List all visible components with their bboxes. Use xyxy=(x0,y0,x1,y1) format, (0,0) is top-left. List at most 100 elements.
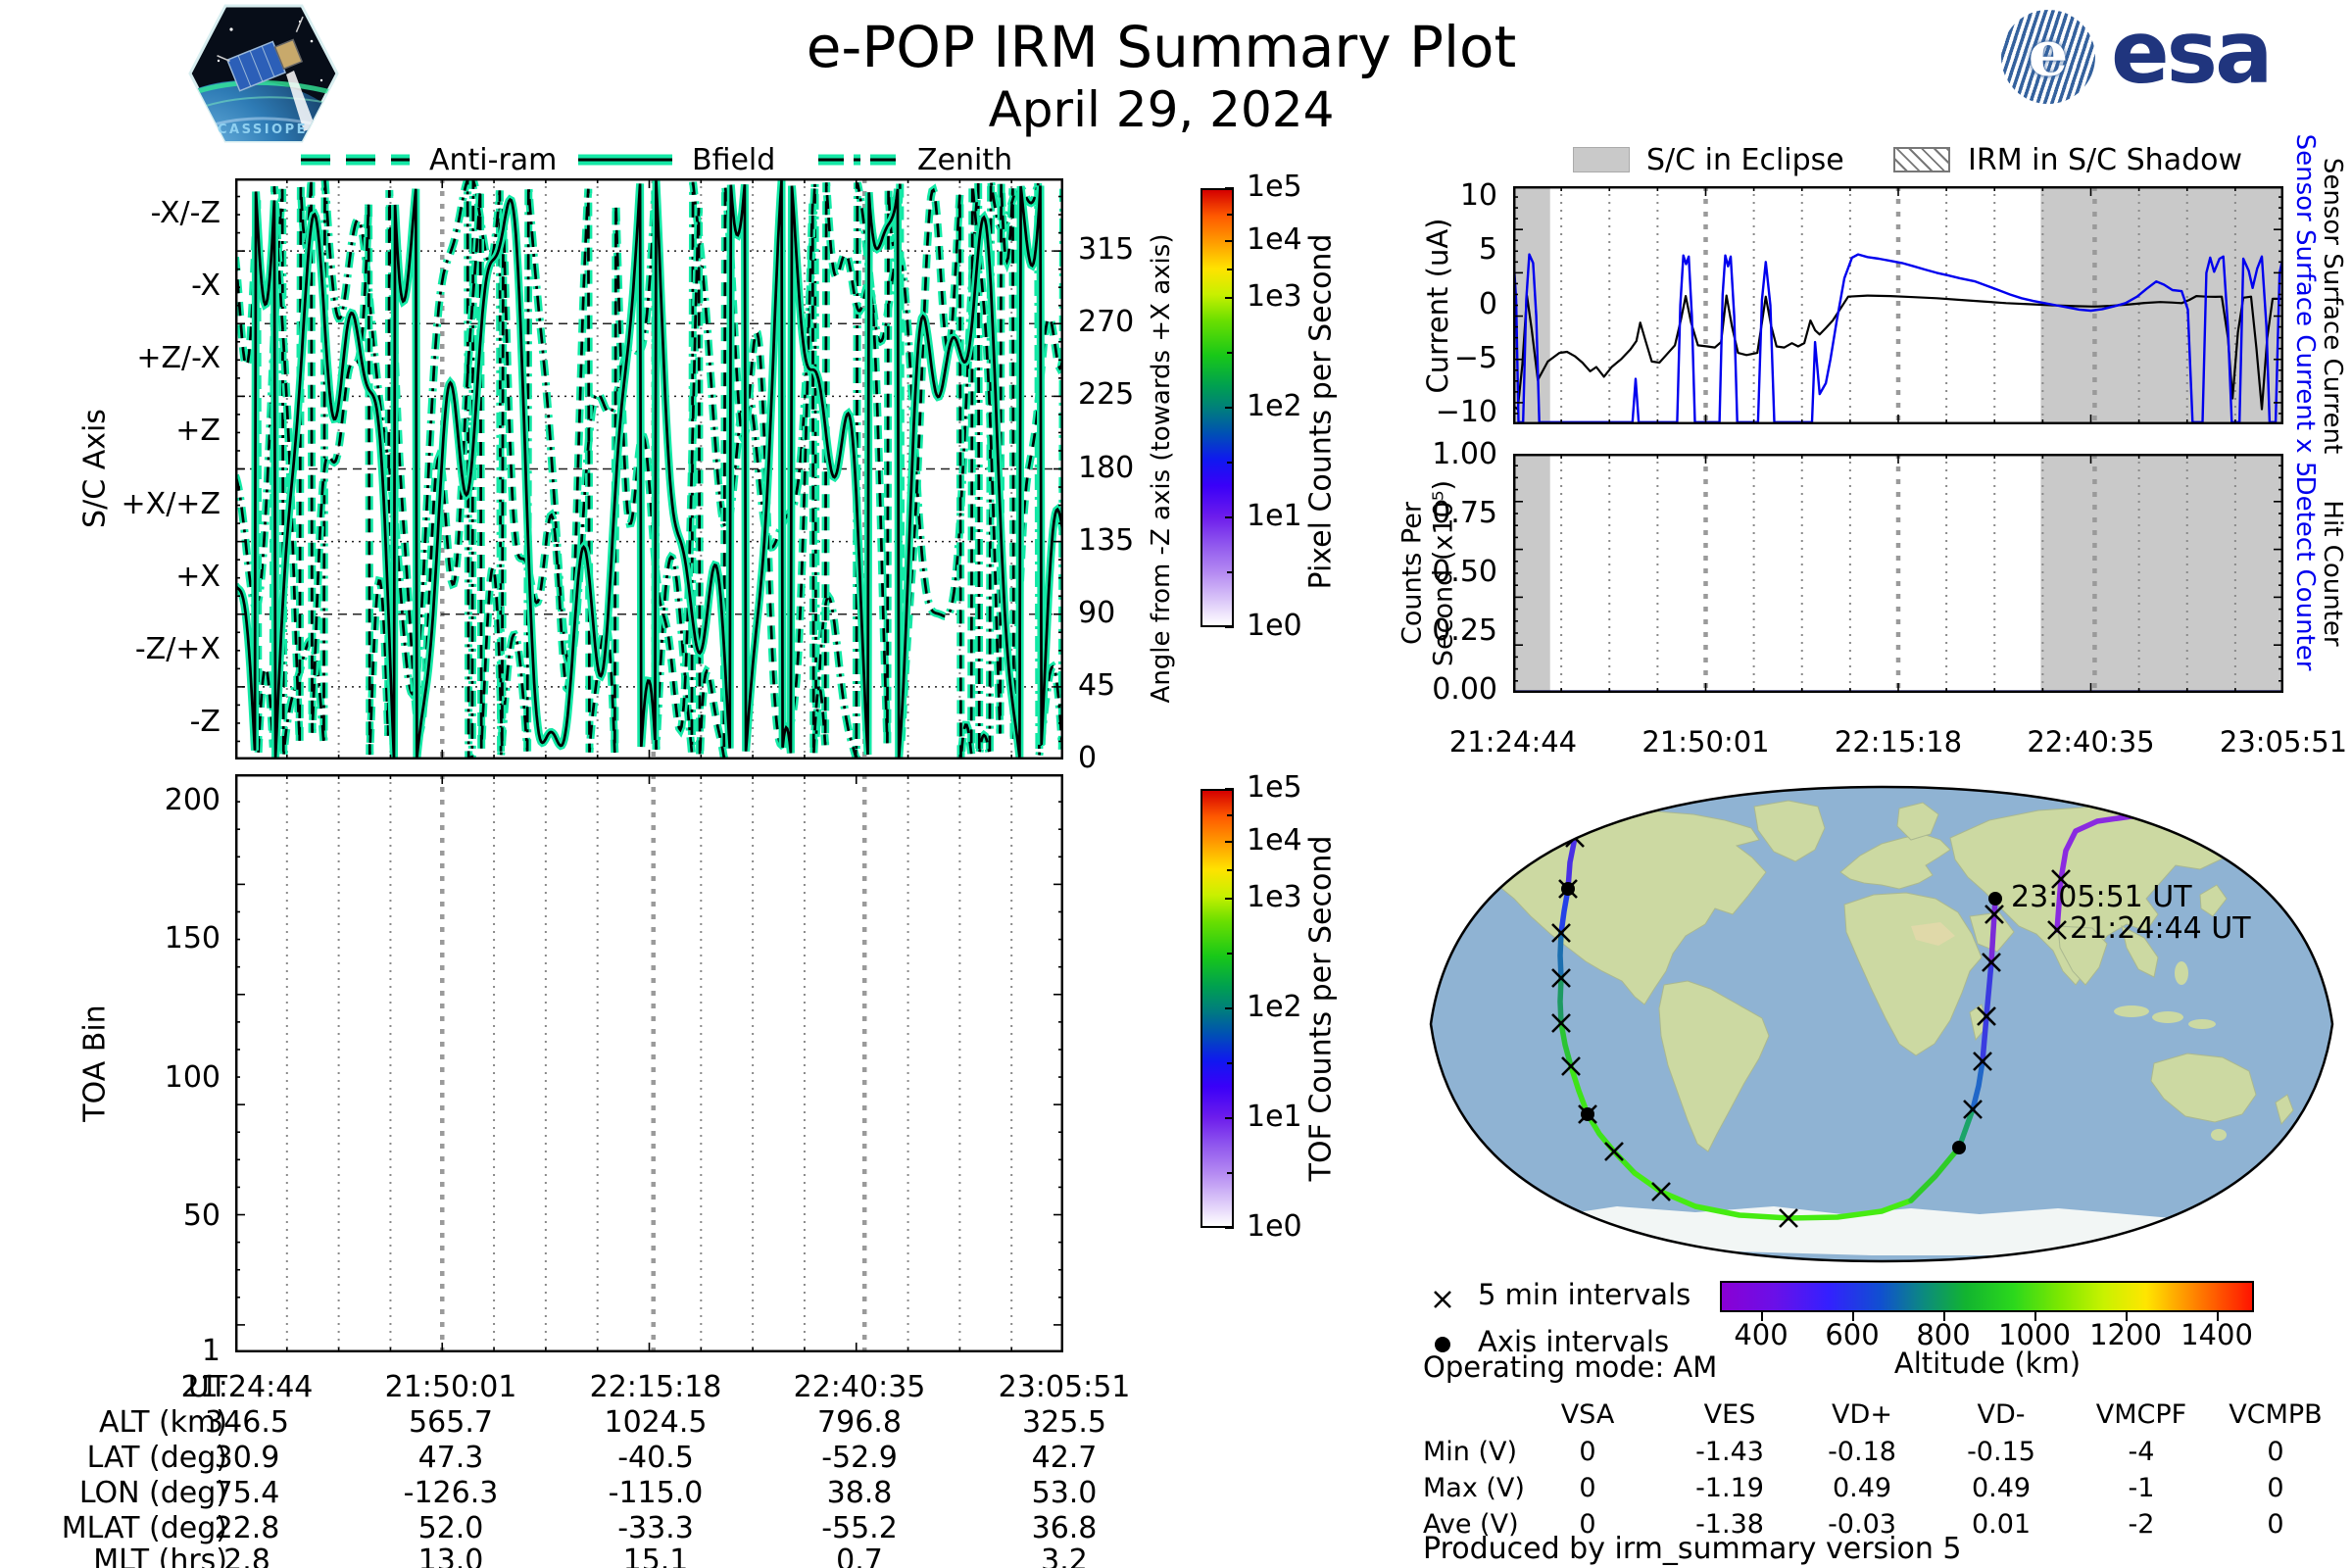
track-axis-dot xyxy=(1952,1141,1966,1154)
counts-ylabel-line1: Counts Per xyxy=(1396,502,1428,645)
counts-time-label: 22:15:18 xyxy=(1834,725,1963,759)
counts-tick-label: 0.75 xyxy=(1432,496,1497,530)
voltage-row-label: Min (V) xyxy=(1423,1437,1518,1467)
altitude-bar-label: Altitude (km) xyxy=(1893,1347,2082,1380)
ephemeris-cell: 565.7 xyxy=(409,1405,493,1440)
altitude-tick-label: 400 xyxy=(1734,1318,1788,1351)
ephemeris-cell: -126.3 xyxy=(403,1476,499,1510)
toa-tick-label: 200 xyxy=(164,783,220,818)
voltage-cell: -1 xyxy=(2128,1473,2155,1503)
ephemeris-row-label: LAT (deg) xyxy=(86,1441,227,1475)
ephemeris-cell: 0.7 xyxy=(836,1544,883,1568)
pixel-colorbar-ticklabel: 1e0 xyxy=(1247,609,1302,643)
ephemeris-row-label: LON (deg) xyxy=(78,1476,227,1510)
current-tick-label: 5 xyxy=(1478,232,1497,268)
ephemeris-cell: 15.1 xyxy=(622,1544,689,1568)
toa-bin-plot xyxy=(235,774,1063,1352)
counts-time-label: 21:50:01 xyxy=(1642,725,1770,759)
voltage-cell: -1.19 xyxy=(1695,1473,1764,1503)
tof-colorbar-ticklabel: 1e1 xyxy=(1247,1100,1302,1134)
sc-axis-tick-label: +Z xyxy=(175,414,220,449)
voltage-cell: -0.18 xyxy=(1828,1437,1896,1467)
ephemeris-cell: 1024.5 xyxy=(604,1405,708,1440)
ephemeris-cell: 42.7 xyxy=(1031,1441,1098,1475)
tof-colorbar-ticklabel-tick xyxy=(1225,898,1234,900)
ephemeris-cell: 325.5 xyxy=(1022,1405,1106,1440)
ephemeris-cell: 38.8 xyxy=(826,1476,893,1510)
voltage-cell: -1.43 xyxy=(1695,1437,1764,1467)
pixel-colorbar-ticklabel-tick xyxy=(1225,187,1234,189)
voltage-header: VSA xyxy=(1560,1399,1615,1430)
legend-sample-dashdot xyxy=(818,154,898,166)
ephemeris-cell: 47.3 xyxy=(417,1441,484,1475)
track-axis-dot xyxy=(1561,882,1575,896)
voltage-cell: -0.15 xyxy=(1967,1437,2035,1467)
altitude-tick-label: 600 xyxy=(1825,1318,1880,1351)
angle-tick-label: 180 xyxy=(1078,450,1135,485)
map-time-label: 21:24:44 UT xyxy=(2070,911,2251,946)
pixel-colorbar-ticklabel-tick xyxy=(1225,516,1234,518)
track-segment-5 xyxy=(1557,975,1564,1026)
legend-label-bfield: Bfield xyxy=(692,143,776,177)
pixel-colorbar-ticklabel-tick xyxy=(1225,626,1234,628)
counts-tick-label: 1.00 xyxy=(1432,437,1497,471)
sc-axis-tick-label: -X/-Z xyxy=(150,196,220,231)
current-tick-label: 0 xyxy=(1478,286,1497,321)
pixel-colorbar-ticklabel-tick xyxy=(1225,297,1234,299)
current-ylabel: Current (uA) xyxy=(1421,218,1454,394)
counts-tick-label: 0.50 xyxy=(1432,555,1497,589)
pixel-colorbar-ticklabel: 1e4 xyxy=(1247,221,1302,257)
altitude-tick-label: 1200 xyxy=(2089,1318,2162,1351)
altitude-tick-label: 1400 xyxy=(2180,1318,2253,1351)
sc-axis-tick-label: +Z/-X xyxy=(136,341,220,376)
pixel-colorbar-label: Pixel Counts per Second xyxy=(1303,233,1339,590)
tof-colorbar-ticklabel: 1e3 xyxy=(1247,880,1302,914)
esa-logo: e esa xyxy=(2001,2,2325,110)
tof-colorbar-ticklabel-tick xyxy=(1225,1227,1234,1229)
voltage-cell: 0 xyxy=(1579,1437,1596,1467)
tof-colorbar-ticklabel-tick xyxy=(1225,1007,1234,1009)
ephemeris-cell: 22.8 xyxy=(214,1511,280,1545)
sc-axis-tick-label: -Z/+X xyxy=(134,631,220,666)
ephemeris-row-label: MLT (hrs) xyxy=(93,1544,227,1568)
angle-tick-label: 135 xyxy=(1078,522,1135,558)
ephemeris-cell: 36.8 xyxy=(1031,1511,1098,1545)
footer-version: Produced by irm_summary version 5 xyxy=(1423,1532,1962,1566)
counts-right-label-detect: Detect Counter xyxy=(2290,475,2320,671)
ephemeris-cell: 21:50:01 xyxy=(384,1370,517,1404)
sc-axis-tick-label: +X xyxy=(175,559,220,594)
map-time-label: 23:05:51 UT xyxy=(2011,880,2192,914)
voltage-cell: -4 xyxy=(2128,1437,2155,1467)
ephemeris-cell: 13.0 xyxy=(417,1544,484,1568)
tof-colorbar-ticklabel: 1e4 xyxy=(1247,822,1302,858)
operating-mode: Operating mode: AM xyxy=(1423,1350,1718,1384)
pixel-colorbar-ticklabel: 1e1 xyxy=(1247,499,1302,533)
patch-title: CASSIOPE xyxy=(218,122,308,137)
page-title: e-POP IRM Summary Plot xyxy=(806,14,1517,80)
pixel-colorbar-ticklabel-minortick xyxy=(1227,213,1233,216)
current-plot xyxy=(1513,186,2283,424)
pixel-colorbar-ticklabel-minortick xyxy=(1227,571,1233,573)
cassiope-mission-patch: CASSIOPE xyxy=(188,4,339,143)
legend-sample-dashed xyxy=(301,154,410,166)
eclipse-legend-label: S/C in Eclipse xyxy=(1646,143,1844,177)
angle-tick-label: 0 xyxy=(1078,741,1098,775)
track-segment-1 xyxy=(1534,789,1578,841)
tof-colorbar-ticklabel-tick xyxy=(1225,1117,1234,1119)
toa-tick-label: 50 xyxy=(182,1198,220,1233)
ephemeris-cell: 3.2 xyxy=(1041,1544,1088,1568)
voltage-header: VD+ xyxy=(1832,1399,1892,1430)
sc-axis-tick-label: -X xyxy=(191,269,220,304)
esa-globe-icon: e xyxy=(2001,10,2095,104)
voltage-row-label: Max (V) xyxy=(1423,1473,1525,1503)
angle-tick-label: 45 xyxy=(1078,667,1116,703)
track-x-mark xyxy=(2184,816,2204,836)
legend-label-anti-ram: Anti-ram xyxy=(429,143,558,177)
ephemeris-row-label: MLAT (deg) xyxy=(61,1511,227,1545)
ephemeris-cell: 22:15:18 xyxy=(589,1370,722,1404)
ephemeris-cell: 30.9 xyxy=(214,1441,280,1475)
counts-time-label: 22:40:35 xyxy=(2027,725,2155,759)
voltage-cell: 0 xyxy=(2267,1509,2284,1540)
voltage-cell: 0 xyxy=(2267,1437,2284,1467)
toa-ylabel: TOA Bin xyxy=(77,1004,113,1122)
